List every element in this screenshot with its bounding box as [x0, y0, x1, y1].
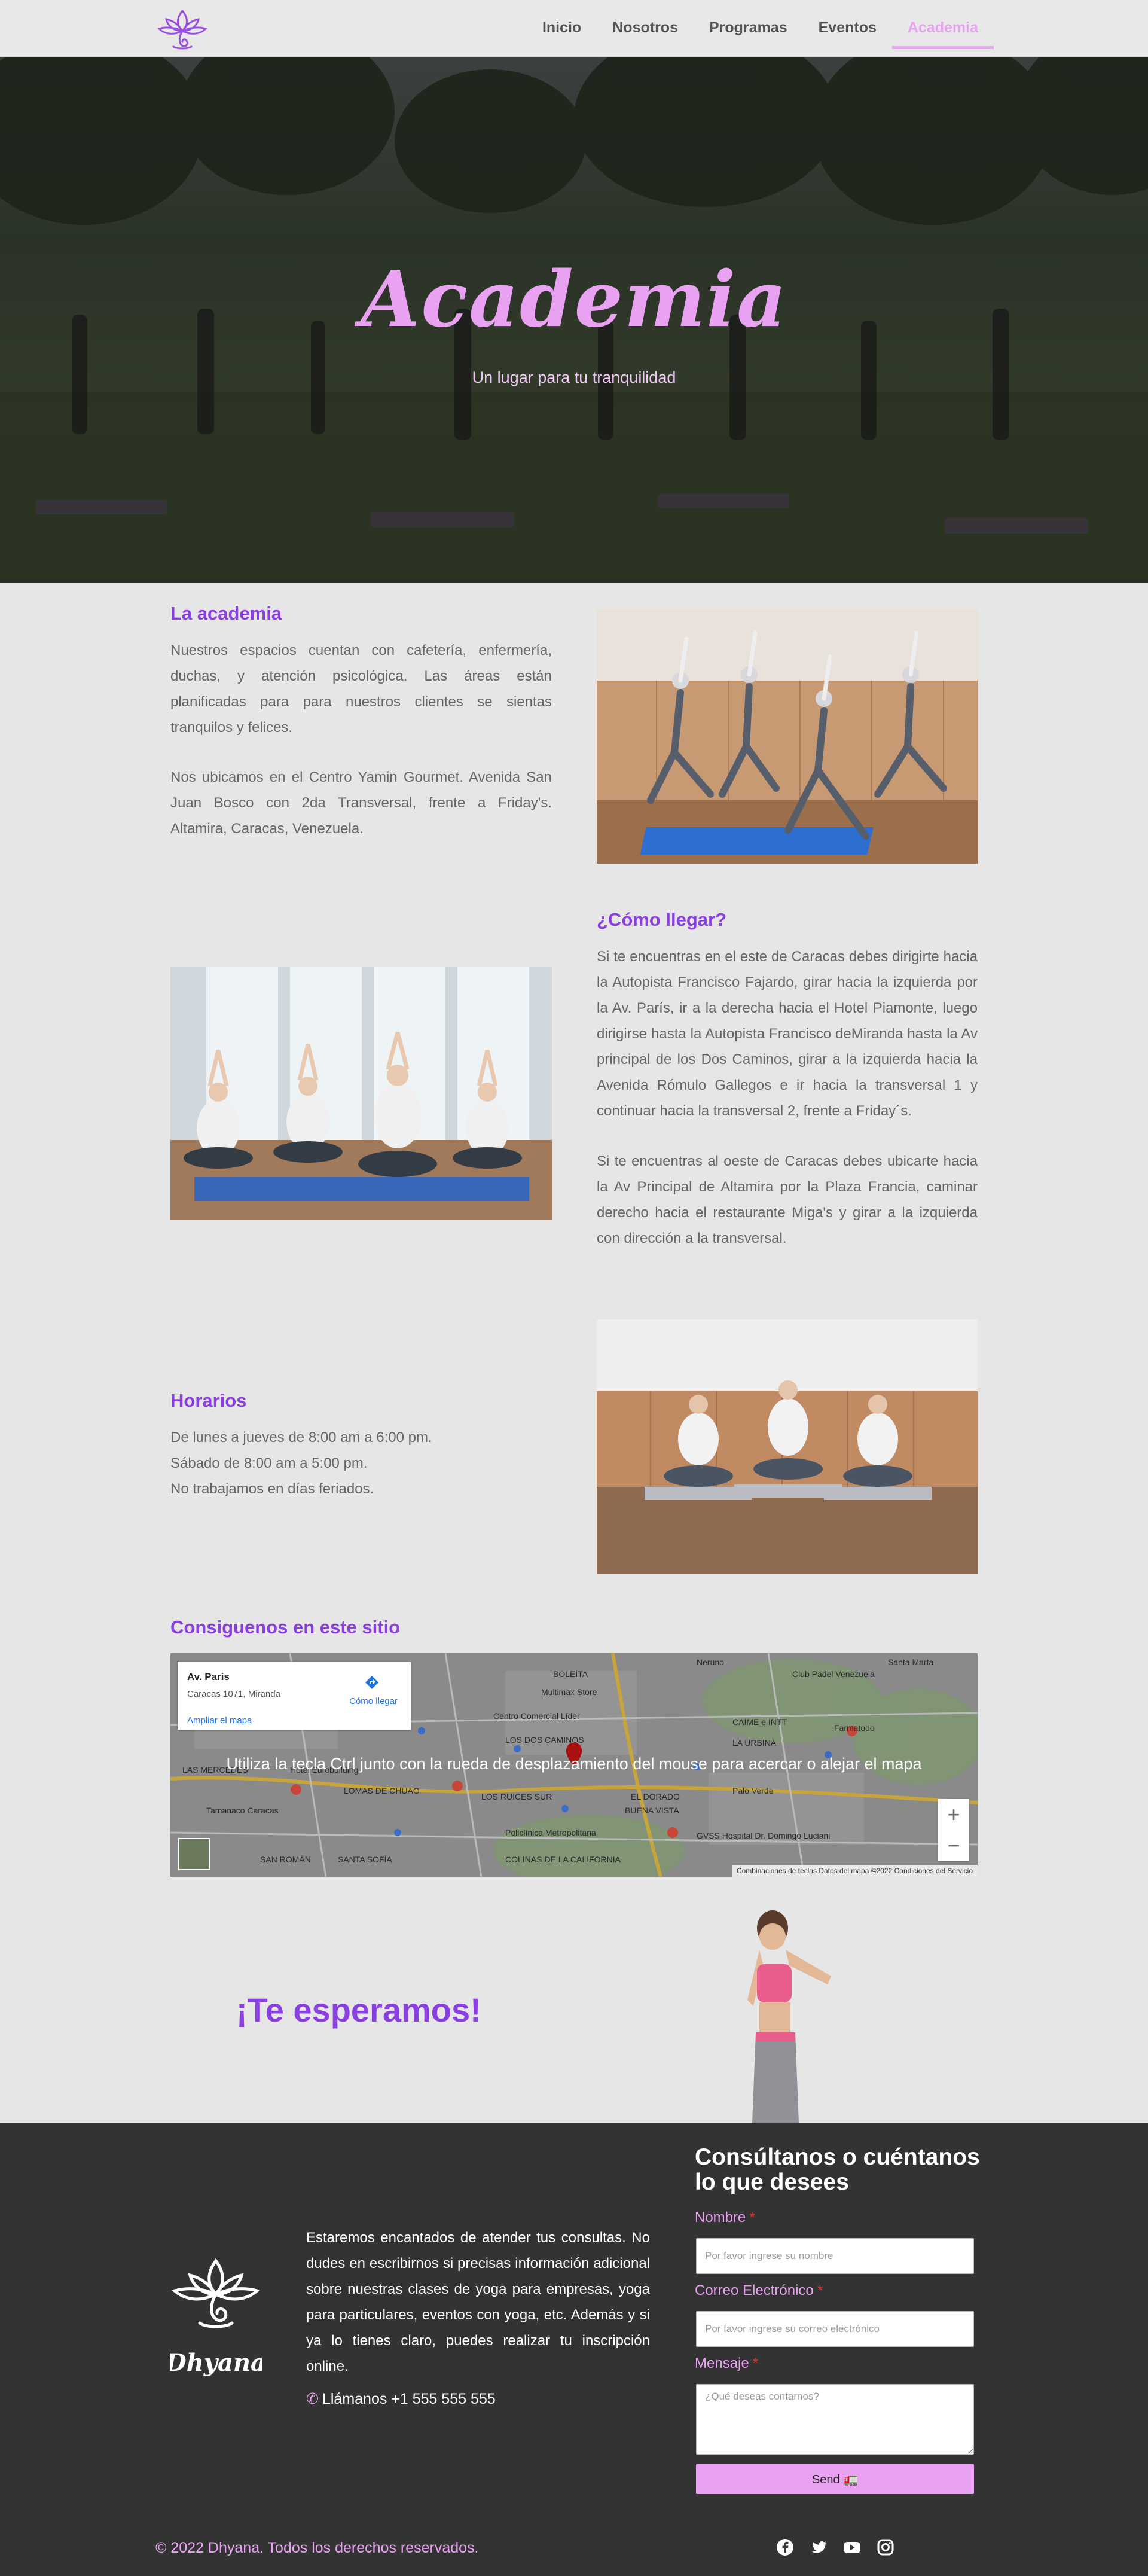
- map-zoom-in-button[interactable]: +: [938, 1799, 969, 1830]
- top-navbar: Inicio Nosotros Programas Eventos Academ…: [0, 0, 1148, 57]
- email-label-text: Correo Electrónico: [695, 2282, 814, 2298]
- horarios-line-3: No trabajamos en días feriados.: [170, 1481, 374, 1497]
- email-required-mark: *: [817, 2282, 823, 2298]
- yoga-class-photo-3: [597, 1319, 978, 1574]
- youtube-icon[interactable]: [842, 2537, 862, 2557]
- nav-link-inicio[interactable]: Inicio: [527, 17, 597, 49]
- email-label: Correo Electrónico *: [695, 2282, 823, 2299]
- mapa-heading: Consiguenos en este sitio: [170, 1617, 401, 1638]
- map-place-label: Santa Marta: [888, 1657, 933, 1667]
- cta-heading: ¡Te esperamos!: [236, 1991, 481, 2029]
- yoga-class-photo-1: [597, 609, 978, 864]
- footer-description: Estaremos encantados de atender tus cons…: [306, 2230, 650, 2374]
- name-label-text: Nombre: [695, 2209, 746, 2226]
- twitter-icon[interactable]: [808, 2537, 829, 2557]
- map-place-label: Club Padel Venezuela: [792, 1669, 875, 1679]
- map-place-label: GVSS Hospital Dr. Domingo Luciani: [697, 1831, 830, 1840]
- map-place-label: Multimax Store: [541, 1687, 597, 1697]
- como-llegar-heading: ¿Cómo llegar?: [597, 909, 727, 930]
- map-place-label: Neruno: [697, 1657, 724, 1667]
- map-zoom-controls: + −: [938, 1799, 969, 1861]
- message-label: Mensaje *: [695, 2355, 758, 2372]
- message-textarea[interactable]: [696, 2384, 974, 2455]
- map-place-label: Tamanaco Caracas: [206, 1806, 279, 1815]
- map-place-label: Palo Verde: [732, 1786, 774, 1795]
- nav-link-programas[interactable]: Programas: [694, 17, 803, 49]
- map-place-label: Policlínica Metropolitana: [505, 1828, 596, 1837]
- social-links: [775, 2537, 896, 2557]
- nav-link-academia[interactable]: Academia: [891, 17, 994, 49]
- name-required-mark: *: [749, 2209, 755, 2226]
- footer-phone[interactable]: ✆ Llámanos +1 555 555 555: [306, 2390, 496, 2408]
- hero-title: Academia: [360, 255, 788, 345]
- name-label: Nombre *: [695, 2209, 755, 2226]
- hero-subtitle: Un lugar para tu tranquilidad: [472, 368, 676, 386]
- map-place-label: SAN ROMÁN: [260, 1855, 311, 1864]
- map-card-address: Caracas 1071, Miranda: [187, 1689, 280, 1699]
- directions-icon[interactable]: [364, 1675, 380, 1690]
- footer-phone-text: Llámanos +1 555 555 555: [322, 2391, 496, 2407]
- map-place-label: SANTA SOFÍA: [338, 1855, 392, 1864]
- map-place-label: LOS RUICES SUR: [481, 1792, 552, 1801]
- name-input[interactable]: [696, 2238, 974, 2274]
- phone-icon: ✆: [306, 2391, 319, 2407]
- map-zoom-out-button[interactable]: −: [938, 1830, 969, 1861]
- lotus-logo-icon[interactable]: [155, 7, 209, 51]
- facebook-icon[interactable]: [775, 2537, 795, 2557]
- email-input[interactable]: [696, 2311, 974, 2347]
- nav-link-nosotros[interactable]: Nosotros: [597, 17, 694, 49]
- academia-paragraph-2: Nos ubicamos en el Centro Yamin Gourmet.…: [170, 769, 552, 837]
- academia-heading: La academia: [170, 603, 282, 624]
- map-place-label: LOMAS DE CHUAO: [344, 1786, 420, 1795]
- map-place-label: BUENA VISTA: [625, 1806, 679, 1815]
- map-place-label: LA URBINA: [732, 1738, 777, 1748]
- message-label-text: Mensaje: [695, 2355, 749, 2371]
- map-place-label: BOLEÍTA: [553, 1669, 588, 1679]
- contact-form-heading: Consúltanos o cuéntanos lo que desees: [695, 2144, 980, 2195]
- map-attribution[interactable]: Combinaciones de teclas Datos del mapa ©…: [731, 1865, 978, 1877]
- horarios-line-1: De lunes a jueves de 8:00 am a 6:00 pm.: [170, 1429, 432, 1446]
- map-place-label: Centro Comercial Líder: [493, 1711, 580, 1721]
- copyright-text: © 2022 Dhyana. Todos los derechos reserv…: [155, 2540, 479, 2556]
- map-info-card: Av. Paris Caracas 1071, Miranda Ampliar …: [178, 1662, 411, 1730]
- como-llegar-paragraph-1: Si te encuentras en el este de Caracas d…: [597, 949, 978, 1119]
- map-enlarge-link[interactable]: Ampliar el mapa: [187, 1715, 252, 1726]
- footer-brand: Dhyana: [170, 2349, 262, 2377]
- map-place-label: LOS DOS CAMINOS: [505, 1735, 584, 1745]
- woman-fitness-photo: [747, 1910, 831, 2123]
- map-place-label: COLINAS DE LA CALIFORNIA: [505, 1855, 621, 1864]
- horarios-heading: Horarios: [170, 1390, 247, 1411]
- academia-paragraph-1: Nuestros espacios cuentan con cafetería,…: [170, 642, 552, 736]
- map-scroll-hint: Utiliza la tecla Ctrl junto con la rueda…: [226, 1755, 922, 1773]
- yoga-class-photo-2: [170, 967, 552, 1220]
- map-place-label: CAIME e INTT: [732, 1717, 787, 1727]
- map-card-title: Av. Paris: [187, 1671, 230, 1682]
- instagram-icon[interactable]: [875, 2537, 896, 2557]
- footer-lotus-logo-icon[interactable]: Dhyana: [170, 2257, 262, 2383]
- map-place-label: EL DORADO: [631, 1792, 680, 1801]
- horarios-line-2: Sábado de 8:00 am a 5:00 pm.: [170, 1455, 368, 1471]
- nav-link-eventos[interactable]: Eventos: [803, 17, 892, 49]
- como-llegar-paragraph-2: Si te encuentras al oeste de Caracas deb…: [597, 1153, 978, 1246]
- hero-banner: Academia Un lugar para tu tranquilidad: [0, 57, 1148, 583]
- message-required-mark: *: [752, 2355, 759, 2371]
- google-map-embed[interactable]: BOLEÍTA Club Padel Venezuela Multimax Stor…: [170, 1653, 978, 1877]
- footer: Dhyana Estaremos encantados de atender t…: [0, 2123, 1148, 2576]
- map-directions-link[interactable]: Cómo llegar: [349, 1696, 398, 1706]
- send-button[interactable]: Send 🚛: [696, 2464, 974, 2494]
- map-place-label: Farmatodo: [834, 1723, 875, 1733]
